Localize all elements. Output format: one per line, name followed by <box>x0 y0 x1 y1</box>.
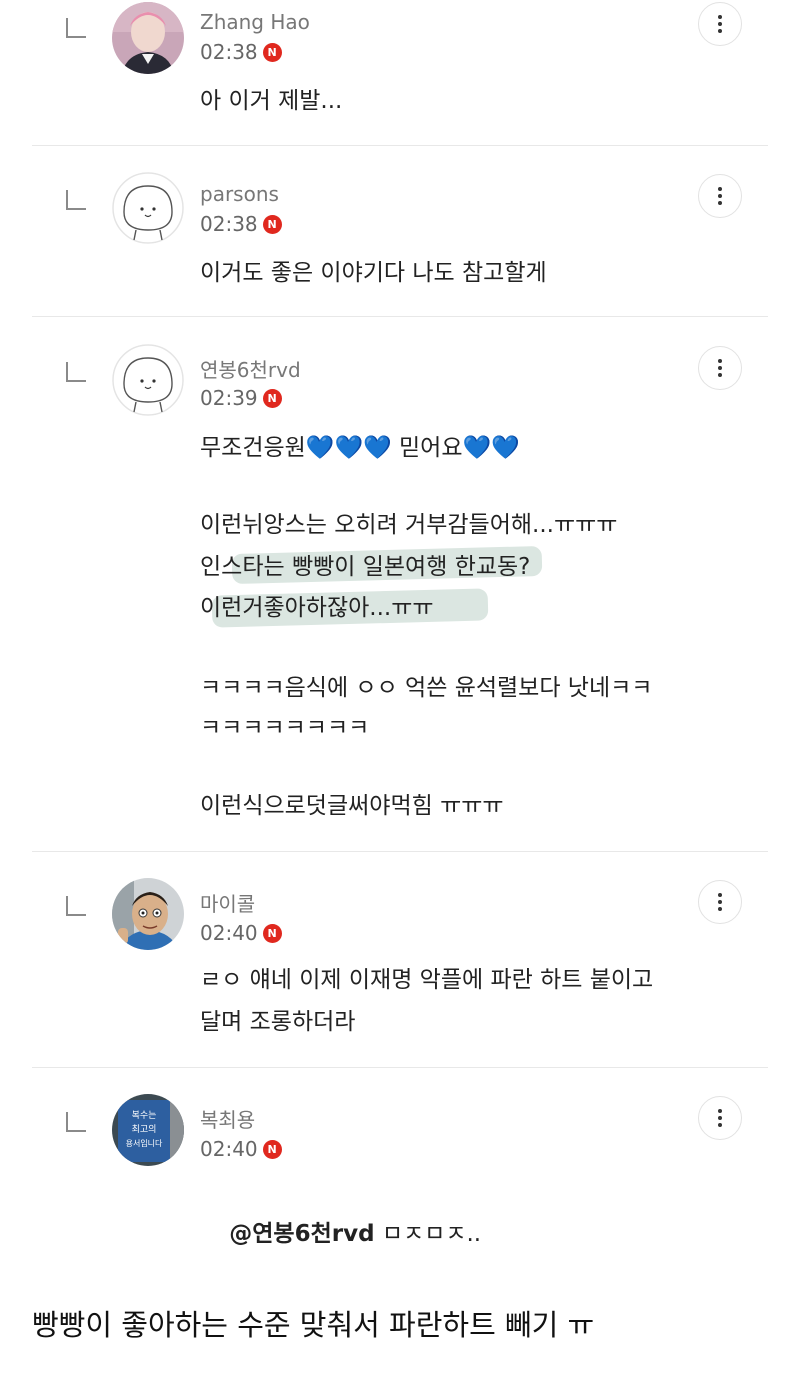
comment-time-text: 02:38 <box>200 40 258 64</box>
avatar[interactable] <box>112 2 184 74</box>
comment-time: 02:40 N <box>200 921 282 945</box>
comment-text: 달며 조롱하더라 <box>200 1009 356 1035</box>
more-options-button[interactable] <box>698 1096 742 1140</box>
comment-time: 02:40 N <box>200 1137 282 1161</box>
comment-author[interactable]: 마이콜 <box>200 888 255 917</box>
comment-text: 이런거좋아하잖아...ㅠㅠ <box>200 595 434 621</box>
n-badge-icon: N <box>262 923 282 943</box>
divider <box>32 1067 768 1068</box>
comment-text: ㅋㅋㅋㅋ음식에 ㅇㅇ 억쓴 윤석렬보다 낫네ㅋㅋ <box>200 675 653 701</box>
reply-arrow-icon <box>66 18 86 38</box>
avatar[interactable] <box>112 172 184 244</box>
mention-link[interactable]: @연봉6천rvd <box>229 1221 374 1247</box>
avatar-sign-line: 용서입니다 <box>126 1138 163 1148</box>
comment-text: 이런식으로덧글써야먹힘 ㅠㅠㅠ <box>200 793 504 819</box>
reply-arrow-icon <box>66 896 86 916</box>
avatar[interactable]: 복수는 최고의 용서입니다 <box>112 1094 184 1166</box>
reply-arrow-icon <box>66 1112 86 1132</box>
more-options-button[interactable] <box>698 880 742 924</box>
n-badge-icon: N <box>262 214 282 234</box>
comment-text: ㅋㅋㅋㅋㅋㅋㅋㅋ <box>200 715 370 741</box>
comment-text: 인스타는 빵빵이 일본여행 한교동? <box>200 554 531 580</box>
comment-text-body: ㅁㅈㅁㅈ.. <box>374 1221 482 1247</box>
avatar-sign-line: 복수는 <box>132 1110 157 1121</box>
divider <box>32 316 768 317</box>
comment-author[interactable]: 복최용 <box>200 1104 255 1133</box>
comment-author[interactable]: 연봉6천rvd <box>200 354 301 383</box>
comment-text: 이거도 좋은 이야기다 나도 참고할게 <box>200 260 547 286</box>
comment-time-text: 02:39 <box>200 386 258 410</box>
more-options-button[interactable] <box>698 346 742 390</box>
comment-text: 무조건응원💙💙💙 믿어요💙💙 <box>200 435 520 461</box>
reply-arrow-icon <box>66 362 86 382</box>
n-badge-icon: N <box>262 42 282 62</box>
avatar[interactable] <box>112 878 184 950</box>
comment-time-text: 02:38 <box>200 212 258 236</box>
more-options-button[interactable] <box>698 2 742 46</box>
comment-time-text: 02:40 <box>200 921 258 945</box>
comment-text: 아 이거 제발... <box>200 88 343 114</box>
comment-time: 02:39 N <box>200 386 282 410</box>
comment-text: ㄹㅇ 얘네 이제 이재명 악플에 파란 하트 붙이고 <box>200 967 654 993</box>
comment-time: 02:38 N <box>200 212 282 236</box>
comment-text: 이런뉘앙스는 오히려 거부감들어해...ㅠㅠㅠ <box>200 512 618 538</box>
reply-arrow-icon <box>66 190 86 210</box>
divider <box>32 145 768 146</box>
comment-author[interactable]: Zhang Hao <box>200 10 310 34</box>
caption-text: 빵빵이 좋아하는 수준 맞춰서 파란하트 빼기 ㅠ <box>32 1308 595 1342</box>
avatar[interactable] <box>112 344 184 416</box>
comment-author[interactable]: parsons <box>200 182 279 206</box>
comment-text: @연봉6천rvd ㅁㅈㅁㅈ.. <box>200 1180 481 1288</box>
n-badge-icon: N <box>262 388 282 408</box>
divider <box>32 851 768 852</box>
avatar-sign-line: 최고의 <box>132 1124 157 1135</box>
comment-time: 02:38 N <box>200 40 282 64</box>
comment-time-text: 02:40 <box>200 1137 258 1161</box>
more-options-button[interactable] <box>698 174 742 218</box>
n-badge-icon: N <box>262 1139 282 1159</box>
